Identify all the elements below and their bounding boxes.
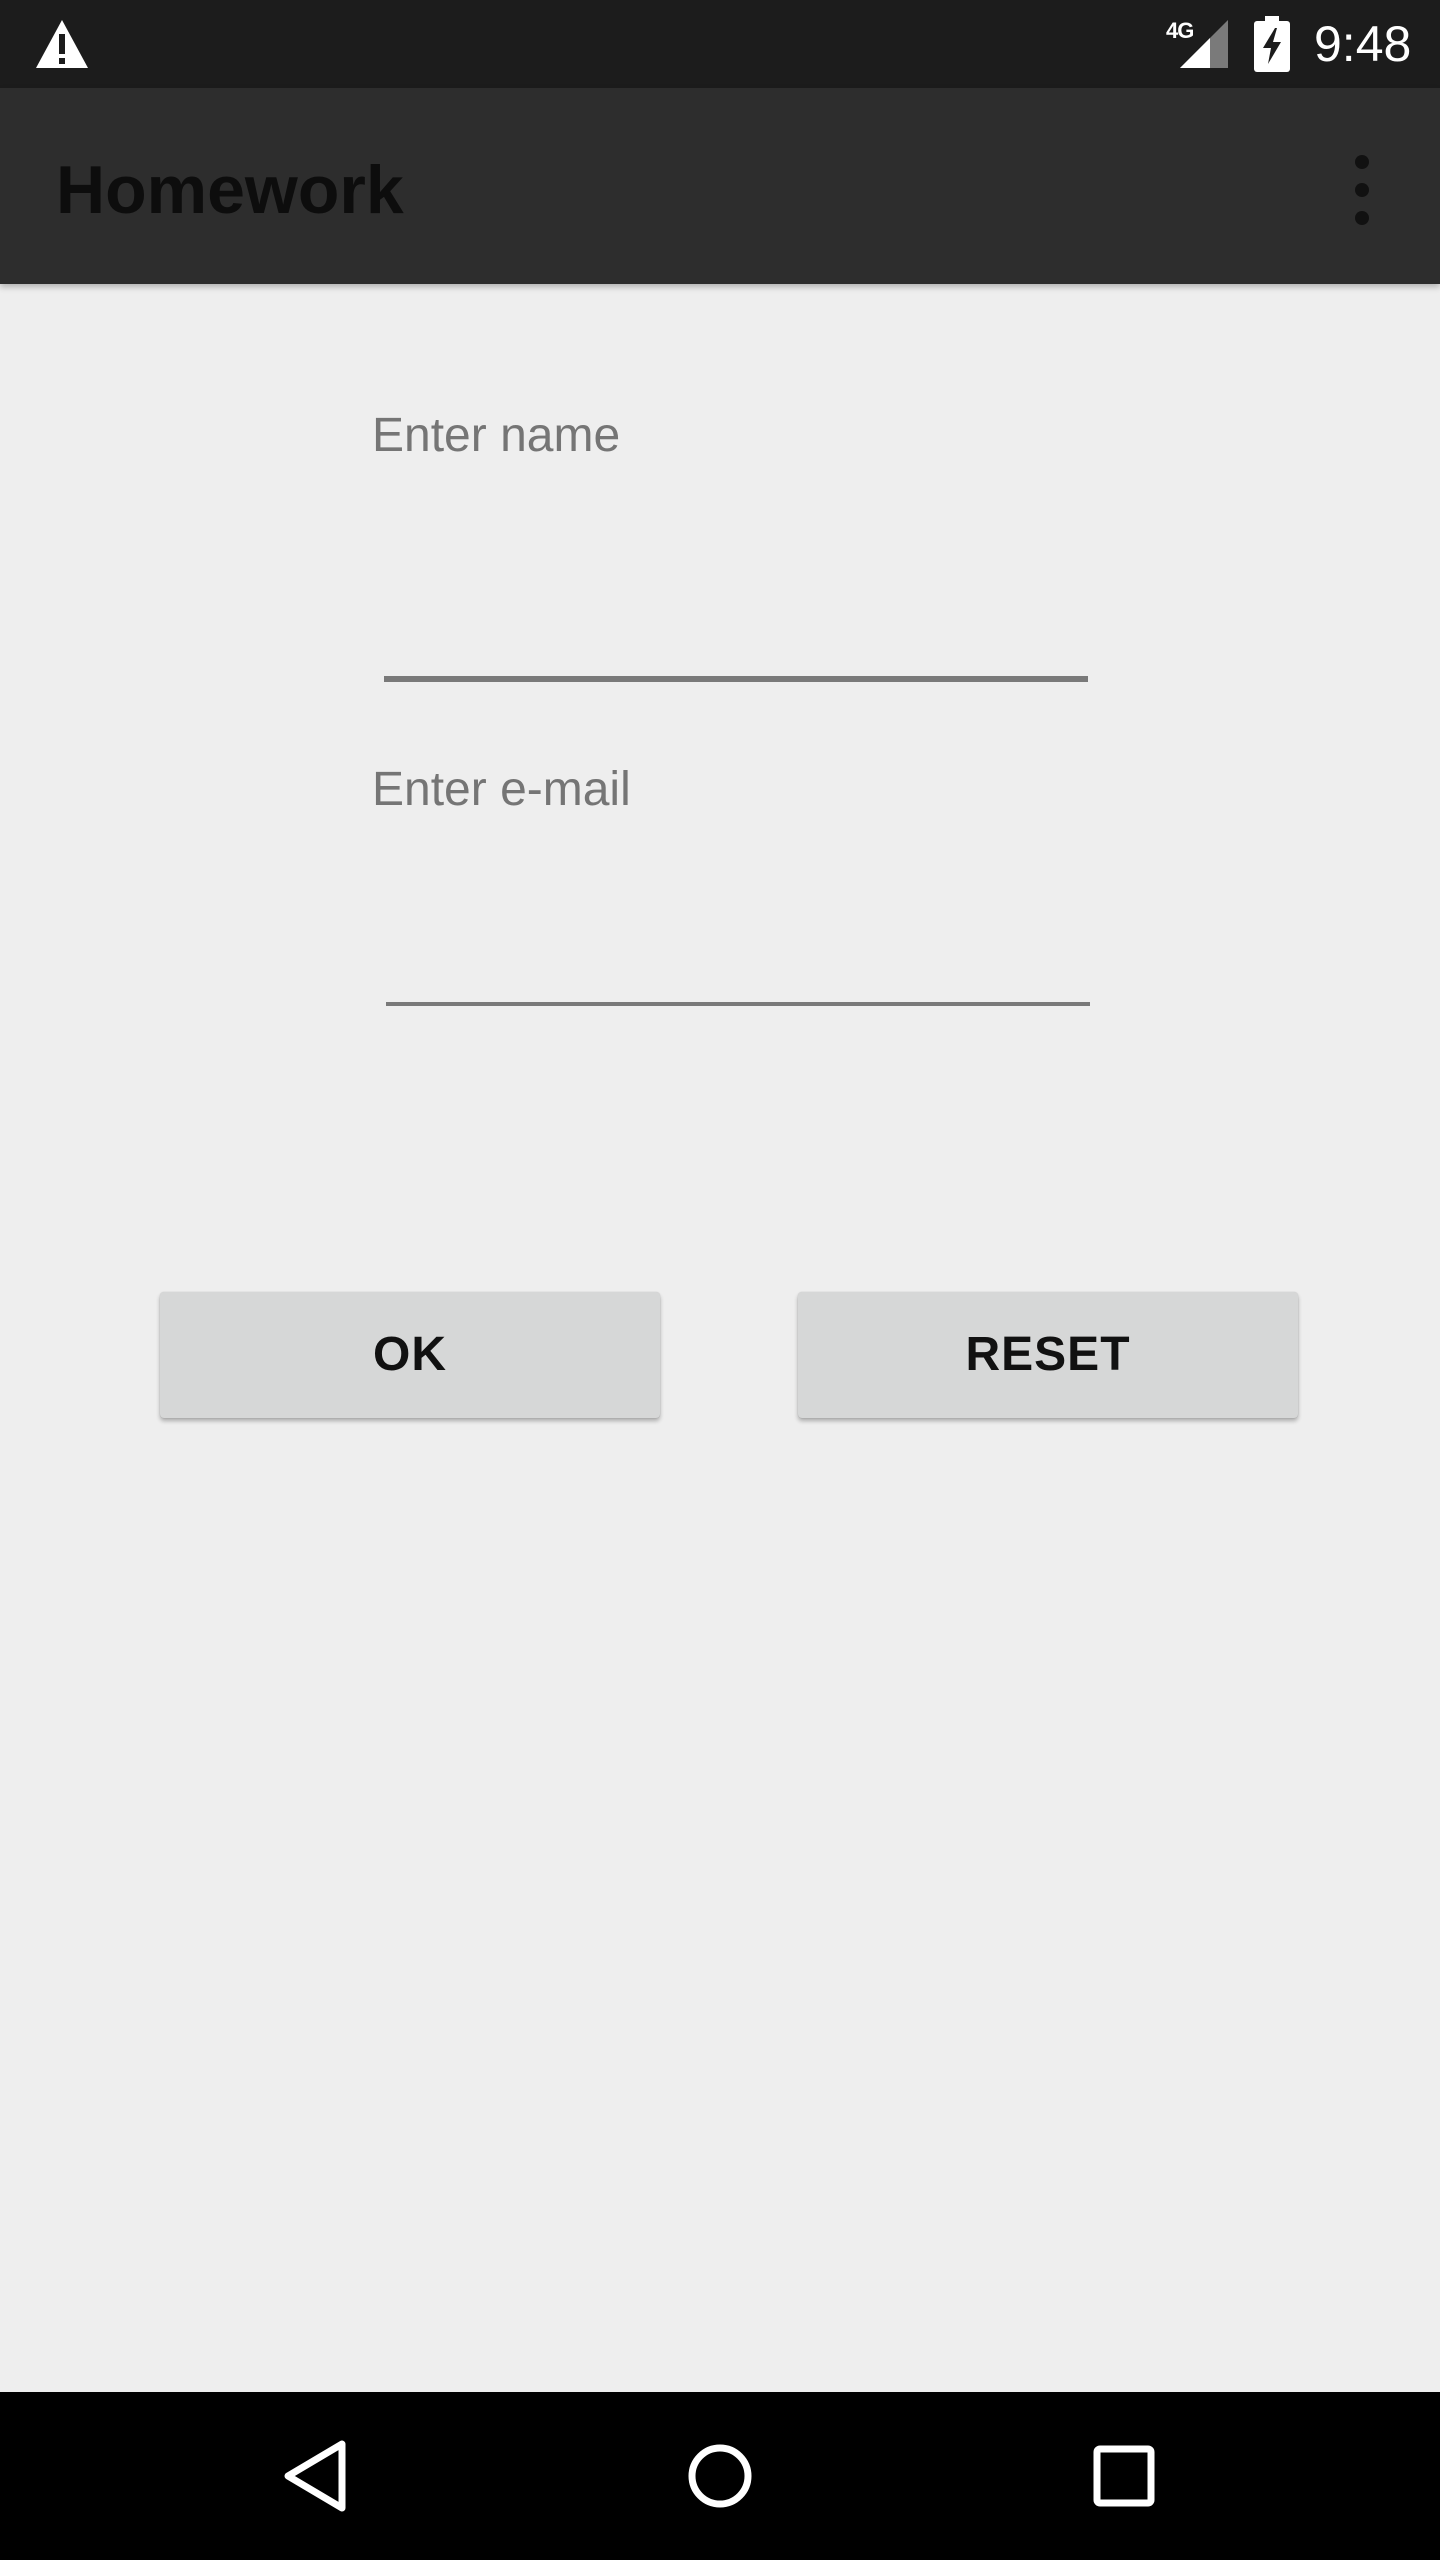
status-bar: 4G 9:48: [0, 0, 1440, 88]
battery-charging-icon: [1254, 16, 1290, 72]
ok-button[interactable]: OK: [160, 1292, 660, 1418]
name-label: Enter name: [372, 409, 621, 462]
email-input[interactable]: [386, 910, 1090, 1006]
more-vert-icon[interactable]: [1336, 152, 1388, 228]
navigation-bar: [0, 2392, 1440, 2560]
home-icon[interactable]: [676, 2432, 764, 2520]
email-label: Enter e-mail: [372, 763, 631, 816]
reset-button[interactable]: RESET: [798, 1292, 1298, 1418]
recents-icon[interactable]: [1080, 2432, 1168, 2520]
warning-icon: [36, 20, 88, 68]
app-bar: Homework: [0, 88, 1440, 284]
status-time: 9:48: [1314, 16, 1412, 72]
back-icon[interactable]: [272, 2432, 360, 2520]
name-input[interactable]: [384, 580, 1088, 682]
app-title: Homework: [56, 152, 404, 228]
signal-icon: [1180, 20, 1228, 68]
